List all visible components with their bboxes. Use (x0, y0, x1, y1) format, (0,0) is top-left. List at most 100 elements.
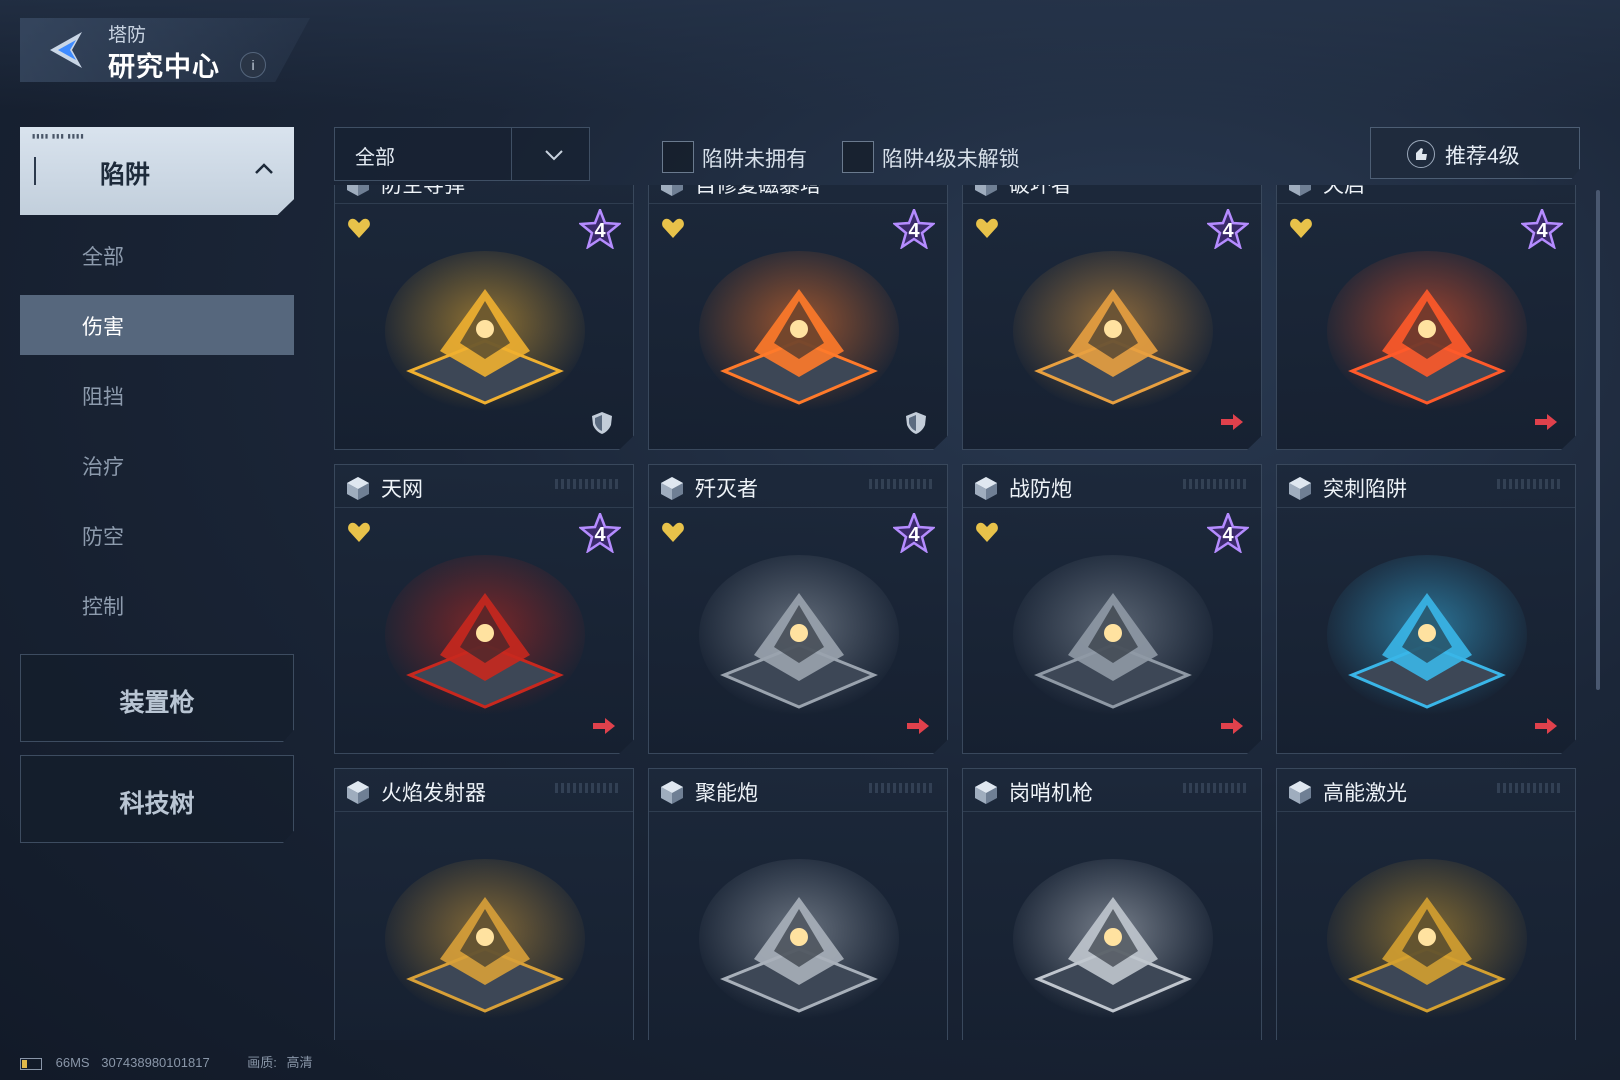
card-title: 破坏者 (1009, 185, 1072, 197)
sidebar-item-control[interactable]: 控制 (20, 575, 294, 635)
quality-label: 画质: (247, 1055, 277, 1070)
cube-icon (345, 779, 371, 810)
trap-card[interactable]: 天启 4 (1276, 185, 1576, 450)
heart-icon[interactable] (661, 521, 685, 548)
card-title: 天启 (1323, 185, 1365, 197)
heart-icon[interactable] (661, 217, 685, 244)
cube-icon (659, 779, 685, 810)
card-deco (869, 479, 935, 489)
cube-icon (1287, 779, 1313, 810)
filter-dropdown[interactable]: 全部 (334, 127, 590, 181)
arrow-right-icon[interactable] (1219, 715, 1245, 742)
sidebar-item-damage[interactable]: 伤害 (20, 295, 294, 355)
cube-icon (973, 475, 999, 506)
trap-card[interactable]: 高能激光 (1276, 768, 1576, 1040)
card-deco (869, 783, 935, 793)
quality-value: 高清 (286, 1055, 313, 1070)
level-badge: 4 (1536, 220, 1548, 242)
sidebar-item-label: 防空 (82, 526, 124, 549)
sidebar-item-heal[interactable]: 治疗 (20, 435, 294, 495)
sidebar-item-all[interactable]: 全部 (20, 225, 294, 285)
trap-illustration (1008, 231, 1218, 426)
sidebar-item-label: 控制 (82, 596, 124, 619)
scrollbar[interactable] (1596, 190, 1600, 690)
dropdown-value: 全部 (355, 147, 395, 169)
cube-icon (659, 185, 685, 202)
card-deco (555, 783, 621, 793)
card-deco (1183, 479, 1249, 489)
card-title: 歼灭者 (695, 478, 758, 501)
cube-icon (1287, 185, 1313, 202)
trap-illustration (694, 839, 904, 1034)
checkbox-not-owned-label: 陷阱未拥有 (702, 148, 807, 171)
card-title: 火焰发射器 (381, 782, 486, 805)
checkbox-lvl4-locked-label: 陷阱4级未解锁 (882, 148, 1020, 171)
cube-icon (659, 475, 685, 506)
trap-card[interactable]: 岗哨机枪 (962, 768, 1262, 1040)
trap-illustration (694, 231, 904, 426)
deco-text: ▮▮▮▮ ▮▮▮ ▮▮▮▮ (32, 134, 85, 140)
checkbox-lvl4-locked[interactable] (842, 141, 874, 173)
card-deco (555, 479, 621, 489)
cube-icon (973, 779, 999, 810)
page-title: 研究中心 (108, 52, 220, 82)
heart-icon[interactable] (347, 521, 371, 548)
category-gadgets[interactable]: 装置枪 (20, 654, 294, 742)
level-badge: 4 (908, 220, 920, 242)
card-title: 防空导弹 (381, 185, 465, 197)
arrow-right-icon[interactable] (1533, 715, 1559, 742)
category-traps[interactable]: ▮▮▮▮ ▮▮▮ ▮▮▮▮ 陷阱 (20, 127, 294, 215)
arrow-right-icon[interactable] (905, 715, 931, 742)
category-label: 装置枪 (119, 689, 195, 717)
card-title: 岗哨机枪 (1009, 782, 1093, 805)
level-badge: 4 (1222, 524, 1234, 546)
sidebar-item-block[interactable]: 阻挡 (20, 365, 294, 425)
heart-icon[interactable] (347, 217, 371, 244)
recommend-level4-button[interactable]: 推荐4级 (1370, 127, 1580, 179)
arrow-right-icon[interactable] (1219, 411, 1245, 438)
heart-icon[interactable] (1289, 217, 1313, 244)
trap-card[interactable]: 破坏者 4 (962, 185, 1262, 450)
trap-illustration (1008, 535, 1218, 730)
level-badge: 4 (908, 524, 920, 546)
trap-illustration (380, 231, 590, 426)
trap-card[interactable]: 突刺陷阱 (1276, 464, 1576, 754)
arrow-right-icon[interactable] (591, 715, 617, 742)
divider (511, 128, 512, 180)
back-button[interactable] (42, 26, 90, 74)
card-header (335, 185, 633, 204)
card-title: 自修复磁暴塔 (695, 185, 821, 197)
arrow-right-icon[interactable] (1533, 411, 1559, 438)
category-tech-tree[interactable]: 科技树 (20, 755, 294, 843)
trap-illustration (380, 535, 590, 730)
back-arrow-icon (50, 32, 82, 68)
trap-illustration (694, 535, 904, 730)
heart-icon[interactable] (975, 217, 999, 244)
trap-card[interactable]: 防空导弹 4 (334, 185, 634, 450)
card-header (1277, 185, 1575, 204)
player-id: 307438980101817 (101, 1055, 210, 1070)
card-header (963, 185, 1261, 204)
trap-card[interactable]: 聚能炮 (648, 768, 948, 1040)
trap-illustration (1322, 231, 1532, 426)
shield-icon (591, 411, 613, 440)
recommend-label: 推荐4级 (1445, 145, 1520, 168)
trap-card[interactable]: 自修复磁暴塔 4 (648, 185, 948, 450)
trap-card[interactable]: 火焰发射器 (334, 768, 634, 1040)
trap-card[interactable]: 战防炮 4 (962, 464, 1262, 754)
level-badge: 4 (594, 220, 606, 242)
heart-icon[interactable] (975, 521, 999, 548)
card-deco (1497, 479, 1563, 489)
card-deco (1497, 783, 1563, 793)
info-icon[interactable]: i (240, 52, 266, 78)
card-title: 突刺陷阱 (1323, 478, 1407, 501)
shield-icon (905, 411, 927, 440)
checkbox-not-owned[interactable] (662, 141, 694, 173)
trap-card[interactable]: 歼灭者 4 (648, 464, 948, 754)
trap-card[interactable]: 天网 4 (334, 464, 634, 754)
cube-icon (1287, 475, 1313, 506)
sidebar-item-antiair[interactable]: 防空 (20, 505, 294, 565)
header-subtitle: 塔防 (108, 25, 147, 46)
card-title: 高能激光 (1323, 782, 1407, 805)
chevron-up-icon (252, 157, 276, 186)
